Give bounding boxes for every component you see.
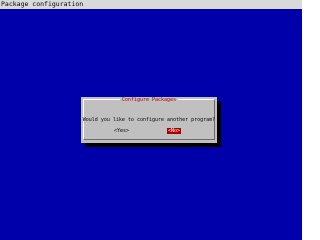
window-title-bar: Package configuration bbox=[0, 0, 302, 9]
yes-button[interactable]: <Yes> bbox=[114, 128, 129, 134]
dialog-title: Configure Packages bbox=[119, 97, 179, 103]
window-title: Package configuration bbox=[1, 0, 84, 8]
terminal-screen: Package configuration Configure Packages… bbox=[0, 0, 302, 240]
dialog-question: Would you like to configure another prog… bbox=[82, 117, 216, 123]
no-button[interactable]: <No> bbox=[167, 128, 182, 134]
configure-packages-dialog: Configure Packages Would you like to con… bbox=[81, 97, 217, 143]
